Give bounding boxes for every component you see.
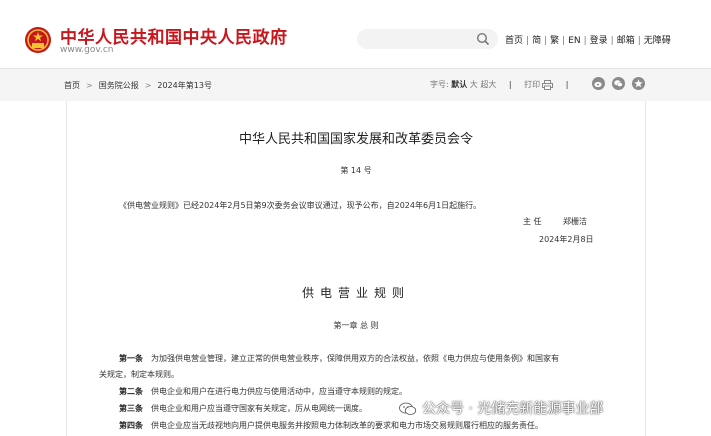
order-number: 第 14 号 — [340, 166, 372, 175]
breadcrumb-home[interactable]: 首页 — [64, 81, 80, 90]
article-text: 供电企业应当无歧视地向用户提供电服务并按照电力体制改革的要求和电力市场交易规则履… — [151, 421, 543, 430]
article-label: 第三条 — [119, 404, 143, 413]
print-button[interactable]: 打印 — [524, 79, 554, 90]
watermark-text: 公众号 · 光储充新能源事业部 — [422, 401, 604, 417]
nav-login[interactable]: 登录 — [590, 36, 608, 46]
article-item: 第四条 供电企业应当无歧视地向用户提供电服务并按照电力体制改革的要求和电力市场交易… — [119, 420, 543, 431]
article-text: 供电企业和用户应当遵守国家有关规定，厉从电网统一调度。 — [151, 404, 367, 413]
printer-icon — [542, 79, 554, 90]
national-emblem-icon[interactable] — [24, 26, 52, 54]
article-item: 第一条 为加强供电营业管理，建立正常的供电营业秩序，保障供用双方的合法权益，依照《… — [119, 353, 559, 364]
font-size-large[interactable]: 大 — [470, 80, 478, 89]
document-title: 中华人民共和国国家发展和改革委员会令 — [238, 132, 473, 147]
article-item: 第二条 供电企业和用户在进行电力供应与使用活动中，应当遵守本规则的规定。 — [119, 386, 407, 397]
article-text: 关规定，制定本规则。 — [99, 370, 179, 379]
site-url: www.gov.cn — [60, 45, 114, 55]
print-label: 打印 — [524, 80, 541, 89]
nav-accessibility[interactable]: 无障碍 — [644, 36, 671, 46]
breadcrumb-gazette[interactable]: 国务院公报 — [99, 81, 139, 90]
signer-title: 主 任 — [523, 217, 542, 226]
article-label: 第二条 — [119, 387, 143, 396]
breadcrumb: 首页 > 国务院公报 >2024年第13号 — [64, 81, 212, 90]
font-size-label: 字号: — [430, 80, 449, 89]
signer-name: 郑栅洁 — [563, 217, 587, 226]
article-text: 为加强供电营业管理，建立正常的供电营业秩序，保障供用双方的合法权益，依照《电力供… — [151, 354, 559, 363]
sign-date: 2024年2月8日 — [539, 235, 594, 244]
article-item: 关规定，制定本规则。 — [99, 369, 179, 380]
wechat-watermark: 公众号 · 光储充新能源事业部 — [398, 398, 603, 418]
breadcrumb-issue[interactable]: 2024年第13号 — [157, 81, 212, 90]
qzone-share-icon[interactable] — [632, 77, 645, 90]
top-nav: 首页 | 简 | 繁 | EN | 登录 | 邮箱 | 无障碍 — [505, 36, 671, 46]
font-size-default[interactable]: 默认 — [451, 80, 467, 89]
article-toolbar: 首页 > 国务院公报 >2024年第13号 字号: 默认 大 超大 | 打印 | — [0, 69, 711, 101]
nav-simplified[interactable]: 简 — [532, 36, 541, 46]
nav-english[interactable]: EN — [568, 36, 580, 46]
site-header: 中华人民共和国中央人民政府 www.gov.cn 首页 | 简 | 繁 | EN | 登录 | 邮箱… — [0, 0, 711, 68]
font-size-xlarge[interactable]: 超大 — [480, 80, 496, 89]
article-text: 供电企业和用户在进行电力供应与使用活动中，应当遵守本规则的规定。 — [151, 387, 407, 396]
search-icon[interactable] — [476, 32, 490, 46]
rule-title: 供电营业规则 — [301, 286, 410, 300]
nav-mail[interactable]: 邮箱 — [617, 36, 635, 46]
nav-traditional[interactable]: 繁 — [550, 36, 559, 46]
wechat-share-icon[interactable] — [612, 77, 625, 90]
article-label: 第四条 — [119, 421, 143, 430]
font-size-tools: 字号: 默认 大 超大 | 打印 | — [430, 79, 569, 90]
intro-paragraph: 《供电营业规则》已经2024年2月5日第9次委务会议审议通过，现予公布，自202… — [119, 201, 482, 210]
article-label: 第一条 — [119, 354, 143, 363]
article-item: 第三条 供电企业和用户应当遵守国家有关规定，厉从电网统一调度。 — [119, 403, 367, 414]
article-body: 中华人民共和国国家发展和改革委员会令 第 14 号 《供电营业规则》已经2024… — [66, 101, 646, 436]
nav-home[interactable]: 首页 — [505, 36, 523, 46]
chapter-heading: 第一章 总 则 — [333, 321, 379, 330]
search-input[interactable] — [357, 29, 498, 49]
weibo-share-icon[interactable] — [592, 77, 605, 90]
wechat-logo-icon — [399, 402, 417, 415]
